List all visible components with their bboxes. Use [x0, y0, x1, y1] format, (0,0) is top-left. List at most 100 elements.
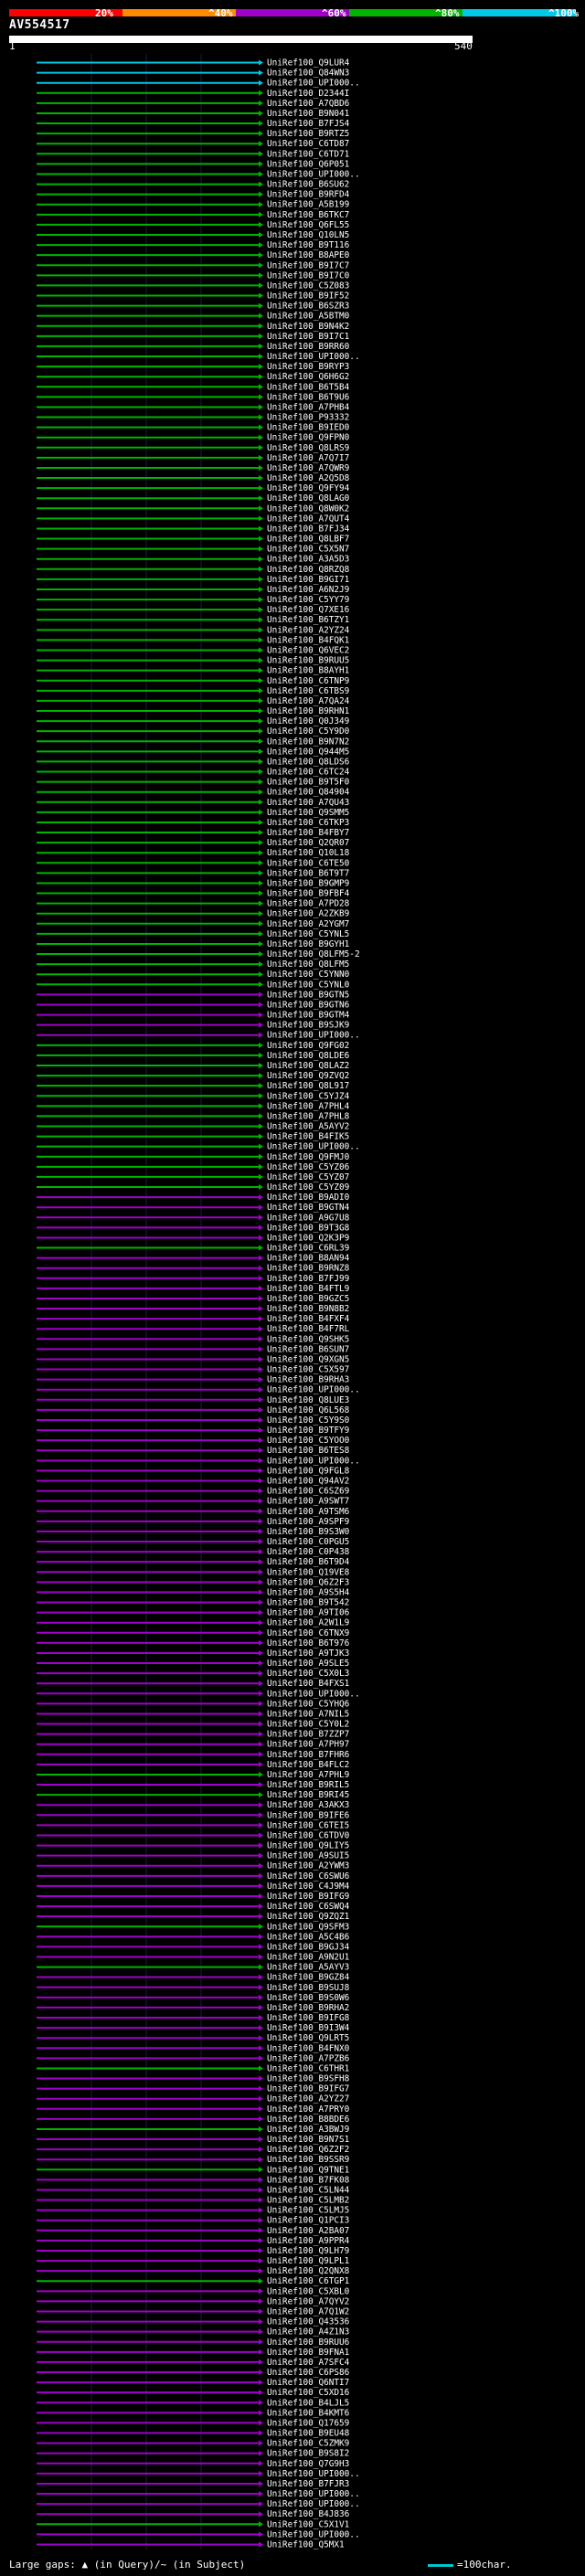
hit-label[interactable]: UniRef100_Q6NTI7: [267, 2378, 349, 2388]
hit-label[interactable]: UniRef100_Q8W0K2: [267, 504, 349, 514]
hit-label[interactable]: UniRef100_B9N7S1: [267, 2135, 350, 2145]
hit-label[interactable]: UniRef100_UPI000..: [267, 352, 360, 362]
hit-label[interactable]: UniRef100_UPI000..: [267, 1689, 360, 1699]
hit-label[interactable]: UniRef100_C5YHQ6: [267, 1699, 350, 1709]
hit-label[interactable]: UniRef100_A2YZ27: [267, 2094, 349, 2104]
hit-label[interactable]: UniRef100_Q7XE16: [267, 605, 350, 615]
hit-label[interactable]: UniRef100_Q944M5: [267, 747, 349, 757]
hit-label[interactable]: UniRef100_C5X0L3: [267, 1669, 349, 1679]
hit-label[interactable]: UniRef100_C5YY79: [267, 595, 350, 605]
hit-label[interactable]: UniRef100_Q84904: [267, 788, 350, 798]
hit-label[interactable]: UniRef100_A7PD28: [267, 899, 350, 909]
hit-label[interactable]: UniRef100_B9T116: [267, 240, 350, 250]
hit-label[interactable]: UniRef100_B9RIL5: [267, 1780, 349, 1790]
hit-label[interactable]: UniRef100_A7QBD6: [267, 99, 350, 109]
hit-label[interactable]: UniRef100_B7FHR6: [267, 1750, 350, 1760]
hit-label[interactable]: UniRef100_Q9LUR4: [267, 58, 350, 69]
hit-label[interactable]: UniRef100_A7QU43: [267, 798, 349, 808]
hit-label[interactable]: UniRef100_A9SUI5: [267, 1851, 349, 1861]
hit-label[interactable]: UniRef100_A7PHL4: [267, 1101, 350, 1111]
hit-label[interactable]: UniRef100_B9RUU6: [267, 2337, 350, 2348]
hit-label[interactable]: UniRef100_A9SWT7: [267, 1497, 349, 1507]
hit-label[interactable]: UniRef100_Q10LN5: [267, 230, 349, 240]
hit-label[interactable]: UniRef100_UPI000..: [267, 169, 360, 179]
hit-label[interactable]: UniRef100_Q6H6G2: [267, 372, 349, 382]
hit-label[interactable]: UniRef100_UPI000..: [267, 1385, 360, 1395]
hit-label[interactable]: UniRef100_C6TD87: [267, 139, 349, 149]
hit-label[interactable]: UniRef100_Q0J349: [267, 716, 350, 726]
hit-label[interactable]: UniRef100_C6TE50: [267, 858, 350, 868]
hit-label[interactable]: UniRef100_A7SFC4: [267, 2358, 350, 2368]
hit-label[interactable]: UniRef100_A9PPR4: [267, 2236, 350, 2246]
hit-label[interactable]: UniRef100_B9RUU5: [267, 656, 349, 666]
hit-label[interactable]: UniRef100_B6T9D4: [267, 1557, 350, 1567]
hit-label[interactable]: UniRef100_B9SUJ8: [267, 1983, 350, 1993]
hit-label[interactable]: UniRef100_Q9LH79: [267, 2246, 350, 2256]
hit-label[interactable]: UniRef100_Q9FPN0: [267, 433, 350, 443]
hit-label[interactable]: UniRef100_Q94AV2: [267, 1476, 349, 1486]
hit-label[interactable]: UniRef100_Q8LFM5: [267, 959, 349, 970]
hit-label[interactable]: UniRef100_B9RHN1: [267, 706, 350, 716]
hit-label[interactable]: UniRef100_B7FJR3: [267, 2479, 349, 2489]
hit-label[interactable]: UniRef100_A2Q5D8: [267, 473, 350, 483]
hit-label[interactable]: UniRef100_B9GMP9: [267, 878, 350, 888]
hit-label[interactable]: UniRef100_A2W1L9: [267, 1618, 350, 1628]
hit-label[interactable]: UniRef100_C6PS86: [267, 2368, 350, 2378]
hit-label[interactable]: UniRef100_B6T976: [267, 1638, 350, 1648]
hit-label[interactable]: UniRef100_Q8LAG0: [267, 493, 350, 504]
hit-label[interactable]: UniRef100_C5YNL0: [267, 980, 350, 990]
hit-label[interactable]: UniRef100_B8AYH1: [267, 666, 350, 676]
hit-label[interactable]: UniRef100_B9GTN4: [267, 1203, 350, 1213]
hit-label[interactable]: UniRef100_B6SUN7: [267, 1344, 349, 1354]
hit-label[interactable]: UniRef100_C5X597: [267, 1365, 349, 1375]
hit-label[interactable]: UniRef100_B9GTN6: [267, 1000, 350, 1010]
hit-label[interactable]: UniRef100_A4Z1N3: [267, 2327, 349, 2337]
hit-label[interactable]: UniRef100_B7FJS4: [267, 119, 350, 129]
hit-label[interactable]: UniRef100_Q84WN3: [267, 69, 349, 79]
hit-label[interactable]: UniRef100_UPI000..: [267, 2489, 360, 2499]
hit-label[interactable]: UniRef100_B9I3W4: [267, 2023, 350, 2033]
hit-label[interactable]: UniRef100_C6TGP1: [267, 2276, 350, 2286]
hit-label[interactable]: UniRef100_B6SU62: [267, 180, 349, 190]
hit-label[interactable]: UniRef100_B4KMT6: [267, 2408, 350, 2418]
hit-label[interactable]: UniRef100_Q8LFM5-2: [267, 949, 360, 959]
hit-label[interactable]: UniRef100_A5AYV3: [267, 1963, 349, 1973]
hit-label[interactable]: UniRef100_B7ZZP7: [267, 1730, 349, 1740]
hit-label[interactable]: UniRef100_A9TSM6: [267, 1507, 350, 1517]
hit-label[interactable]: UniRef100_A7PZB6: [267, 2053, 350, 2063]
hit-label[interactable]: UniRef100_A9G7U8: [267, 1213, 350, 1223]
hit-label[interactable]: UniRef100_B9GTM4: [267, 1011, 350, 1021]
hit-label[interactable]: UniRef100_Q8LRS9: [267, 443, 350, 453]
hit-label[interactable]: UniRef100_UPI000..: [267, 1031, 360, 1041]
hit-label[interactable]: UniRef100_B9T3G8: [267, 1223, 350, 1233]
hit-label[interactable]: UniRef100_B4FXF4: [267, 1314, 350, 1324]
hit-label[interactable]: UniRef100_B9GYH1: [267, 939, 350, 949]
hit-label[interactable]: UniRef100_B6T5B4: [267, 382, 350, 392]
hit-label[interactable]: UniRef100_A9TJK3: [267, 1648, 349, 1659]
hit-label[interactable]: UniRef100_Q7G9H3: [267, 2459, 349, 2469]
hit-label[interactable]: UniRef100_B9IED0: [267, 423, 350, 433]
hit-label[interactable]: UniRef100_B9GZC5: [267, 1294, 349, 1304]
hit-label[interactable]: UniRef100_B4FBY7: [267, 828, 349, 838]
hit-label[interactable]: UniRef100_Q6Z2F3: [267, 1577, 349, 1587]
hit-label[interactable]: UniRef100_B4FIK5: [267, 1132, 349, 1142]
hit-label[interactable]: UniRef100_Q6L568: [267, 1405, 350, 1415]
hit-label[interactable]: UniRef100_B7FK08: [267, 2175, 350, 2185]
hit-label[interactable]: UniRef100_D2344I: [267, 89, 349, 99]
hit-label[interactable]: UniRef100_C5XD16: [267, 2388, 350, 2398]
hit-label[interactable]: UniRef100_B9IFE6: [267, 1810, 350, 1820]
hit-label[interactable]: UniRef100_A5B199: [267, 200, 350, 210]
hit-label[interactable]: UniRef100_A2BA07: [267, 2226, 349, 2236]
hit-label[interactable]: UniRef100_B4LJL5: [267, 2398, 349, 2408]
hit-label[interactable]: UniRef100_C5ZMK9: [267, 2439, 350, 2449]
hit-label[interactable]: UniRef100_B8AN94: [267, 1254, 350, 1264]
hit-label[interactable]: UniRef100_B9N8B2: [267, 1304, 349, 1314]
hit-label[interactable]: UniRef100_B8APE0: [267, 250, 350, 260]
hit-label[interactable]: UniRef100_B9GJ34: [267, 1942, 350, 1952]
hit-label[interactable]: UniRef100_A7PHL8: [267, 1111, 350, 1121]
hit-label[interactable]: UniRef100_C5YZ06: [267, 1162, 350, 1172]
hit-label[interactable]: UniRef100_Q9SMM5: [267, 808, 349, 818]
hit-label[interactable]: UniRef100_B9S0W6: [267, 1993, 350, 2003]
hit-label[interactable]: UniRef100_A7PHL9: [267, 1770, 350, 1780]
hit-label[interactable]: UniRef100_Q8LBF7: [267, 535, 349, 545]
